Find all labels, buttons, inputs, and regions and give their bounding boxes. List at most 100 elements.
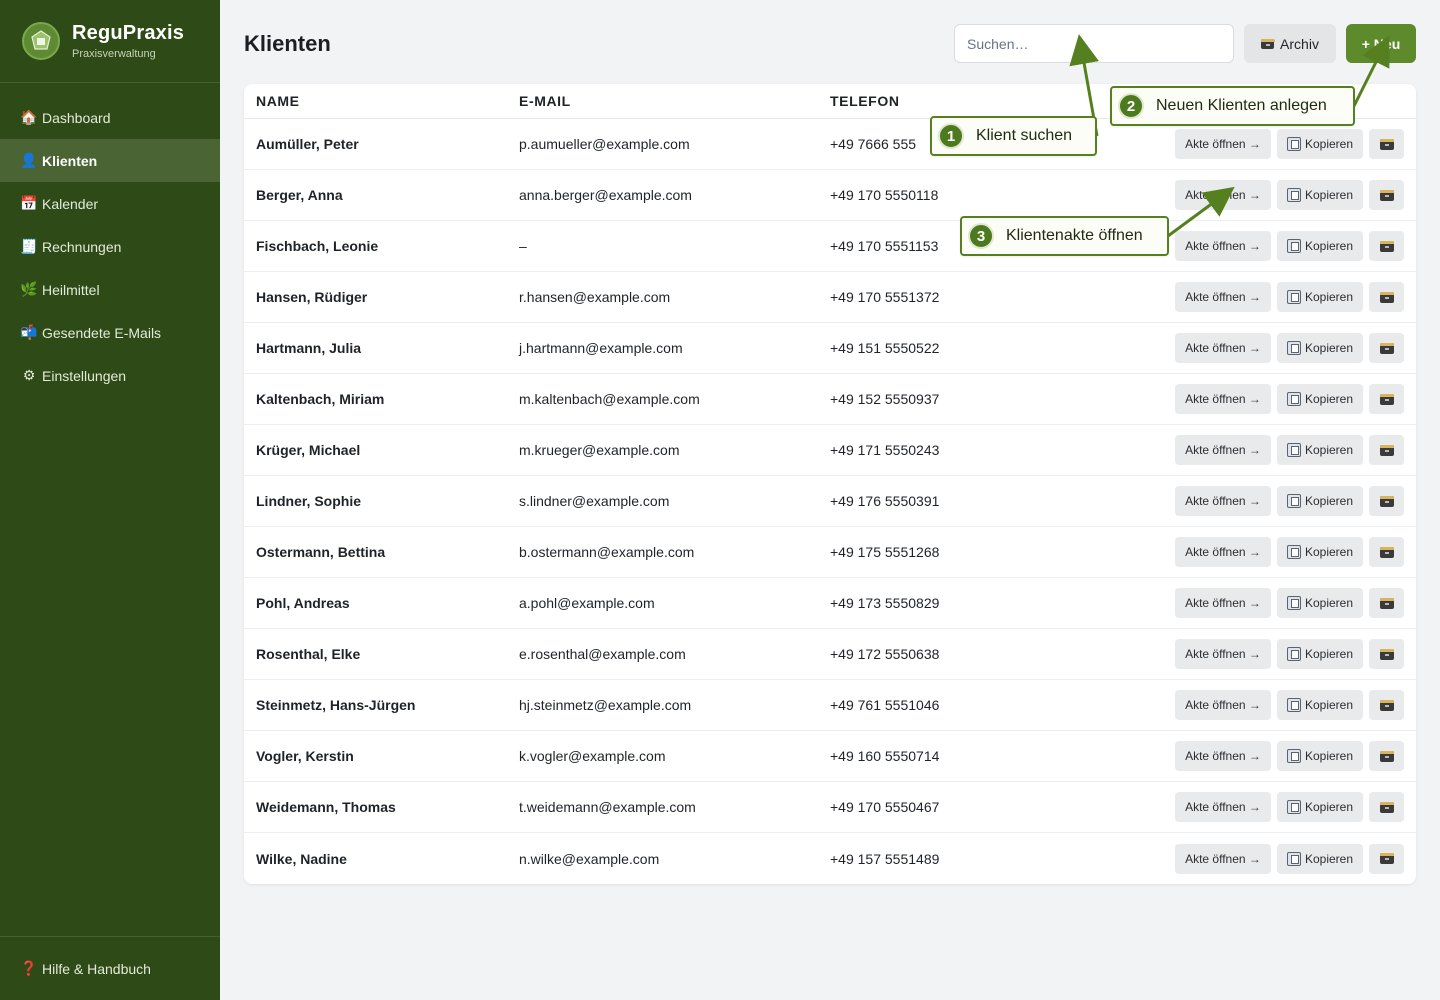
- client-phone: +49 761 5551046: [830, 697, 940, 713]
- copy-label: Kopieren: [1304, 290, 1354, 304]
- table-row[interactable]: Hartmann, Julia j.hartmann@example.com +49…: [244, 323, 1416, 374]
- copy-button[interactable]: Kopieren: [1277, 588, 1363, 618]
- search-input[interactable]: [954, 24, 1234, 63]
- copy-button[interactable]: Kopieren: [1277, 333, 1363, 363]
- copy-button[interactable]: Kopieren: [1277, 537, 1363, 567]
- client-email: k.vogler@example.com: [519, 748, 666, 764]
- table-row[interactable]: Krüger, Michael m.krueger@example.com +49 …: [244, 425, 1416, 476]
- column-header-phone[interactable]: TELEFON: [830, 93, 1150, 109]
- sidebar-item-gesendete-emails[interactable]: 📬 Gesendete E-Mails: [0, 311, 220, 354]
- open-record-button[interactable]: Akte öffnen →: [1175, 435, 1271, 465]
- table-row[interactable]: Ostermann, Bettina b.ostermann@example.co…: [244, 527, 1416, 578]
- copy-button[interactable]: Kopieren: [1277, 486, 1363, 516]
- copy-label: Kopieren: [1304, 800, 1354, 814]
- table-row[interactable]: Lindner, Sophie s.lindner@example.com +49 …: [244, 476, 1416, 527]
- open-record-button[interactable]: Akte öffnen →: [1175, 537, 1271, 567]
- open-record-button[interactable]: Akte öffnen →: [1175, 231, 1271, 261]
- table-row[interactable]: Vogler, Kerstin k.vogler@example.com +49 1…: [244, 731, 1416, 782]
- table-row[interactable]: Kaltenbach, Miriam m.kaltenbach@example.c…: [244, 374, 1416, 425]
- copy-button[interactable]: Kopieren: [1277, 384, 1363, 414]
- archive-row-button[interactable]: [1369, 180, 1404, 210]
- sidebar-item-klienten[interactable]: 👤 Klienten: [0, 139, 220, 182]
- archive-button[interactable]: Archiv: [1244, 24, 1336, 63]
- open-record-button[interactable]: Akte öffnen →: [1175, 741, 1271, 771]
- copy-icon: [1286, 851, 1301, 866]
- copy-button[interactable]: Kopieren: [1277, 690, 1363, 720]
- table-row[interactable]: Weidemann, Thomas t.weidemann@example.com…: [244, 782, 1416, 833]
- table-row[interactable]: Aumüller, Peter p.aumueller@example.com +4…: [244, 119, 1416, 170]
- copy-button[interactable]: Kopieren: [1277, 843, 1363, 874]
- table-row[interactable]: Pohl, Andreas a.pohl@example.com +49 173 5…: [244, 578, 1416, 629]
- table-row[interactable]: Rosenthal, Elke e.rosenthal@example.com +4…: [244, 629, 1416, 680]
- copy-icon: [1286, 800, 1301, 814]
- archive-row-button[interactable]: [1369, 537, 1404, 567]
- archive-row-button[interactable]: [1369, 435, 1404, 465]
- gear-icon: ⚙: [22, 367, 36, 383]
- archive-row-button[interactable]: [1369, 231, 1404, 261]
- row-actions: Akte öffnen → Kopieren: [1175, 180, 1416, 210]
- open-record-button[interactable]: Akte öffnen →: [1175, 690, 1271, 720]
- copy-icon: [1286, 545, 1301, 559]
- open-record-button[interactable]: Akte öffnen →: [1175, 282, 1271, 312]
- client-phone: +49 175 5551268: [830, 544, 940, 560]
- callout-search: 1 Klient suchen: [930, 116, 1097, 156]
- table-row[interactable]: Berger, Anna anna.berger@example.com +49 1…: [244, 170, 1416, 221]
- open-record-button[interactable]: Akte öffnen →: [1175, 588, 1271, 618]
- archive-row-button[interactable]: [1369, 486, 1404, 516]
- archive-row-button[interactable]: [1369, 588, 1404, 618]
- copy-label: Kopieren: [1304, 392, 1354, 406]
- open-record-button[interactable]: Akte öffnen →: [1175, 843, 1271, 874]
- open-record-button[interactable]: Akte öffnen →: [1175, 792, 1271, 822]
- archive-icon: [1379, 393, 1394, 405]
- client-phone: +49 151 5550522: [830, 340, 940, 356]
- client-email: b.ostermann@example.com: [519, 544, 695, 560]
- copy-button[interactable]: Kopieren: [1277, 129, 1363, 159]
- archive-row-button[interactable]: [1369, 792, 1404, 822]
- open-record-button[interactable]: Akte öffnen →: [1175, 486, 1271, 516]
- sidebar-item-rechnungen[interactable]: 🧾 Rechnungen: [0, 225, 220, 268]
- copy-icon: [1286, 749, 1301, 763]
- open-record-button[interactable]: Akte öffnen →: [1175, 129, 1271, 159]
- sidebar-item-kalender[interactable]: 📅 Kalender: [0, 182, 220, 225]
- copy-button[interactable]: Kopieren: [1277, 639, 1363, 669]
- sidebar-item-dashboard[interactable]: 🏠 Dashboard: [0, 96, 220, 139]
- column-header-email[interactable]: E-MAIL: [519, 93, 830, 109]
- copy-button[interactable]: Kopieren: [1277, 231, 1363, 261]
- table-row[interactable]: Fischbach, Leonie – +49 170 5551153 Akte öf…: [244, 221, 1416, 272]
- archive-row-button[interactable]: [1369, 384, 1404, 414]
- open-record-button[interactable]: Akte öffnen →: [1175, 180, 1271, 210]
- archive-icon: [1379, 699, 1394, 711]
- sidebar-item-einstellungen[interactable]: ⚙ Einstellungen: [0, 354, 220, 397]
- archive-row-button[interactable]: [1369, 639, 1404, 669]
- table-row[interactable]: Steinmetz, Hans-Jürgen hj.steinmetz@examp…: [244, 680, 1416, 731]
- copy-button[interactable]: Kopieren: [1277, 180, 1363, 210]
- mailbox-icon: 📬: [20, 324, 38, 340]
- row-actions: Akte öffnen → Kopieren: [1175, 588, 1416, 618]
- archive-row-button[interactable]: [1369, 843, 1404, 874]
- column-header-name[interactable]: NAME: [244, 93, 519, 109]
- archive-icon: [1379, 546, 1394, 558]
- copy-button[interactable]: Kopieren: [1277, 282, 1363, 312]
- table-row[interactable]: Hansen, Rüdiger r.hansen@example.com +49 1…: [244, 272, 1416, 323]
- client-email: p.aumueller@example.com: [519, 136, 690, 152]
- archive-row-button[interactable]: [1369, 690, 1404, 720]
- copy-button[interactable]: Kopieren: [1277, 435, 1363, 465]
- archive-row-button[interactable]: [1369, 741, 1404, 771]
- sidebar-item-heilmittel[interactable]: 🌿 Heilmittel: [0, 268, 220, 311]
- row-actions: Akte öffnen → Kopieren: [1175, 129, 1416, 159]
- open-record-button[interactable]: Akte öffnen →: [1175, 639, 1271, 669]
- sidebar-item-label: Rechnungen: [42, 238, 122, 255]
- app-name: ReguPraxis: [72, 22, 185, 44]
- archive-row-button[interactable]: [1369, 282, 1404, 312]
- copy-button[interactable]: Kopieren: [1277, 792, 1363, 822]
- help-link[interactable]: ❓ Hilfe & Handbuch: [0, 936, 220, 1000]
- archive-row-button[interactable]: [1369, 333, 1404, 363]
- open-record-button[interactable]: Akte öffnen →: [1175, 333, 1271, 363]
- copy-button[interactable]: Kopieren: [1277, 741, 1363, 771]
- archive-row-button[interactable]: [1369, 129, 1404, 159]
- table-row[interactable]: Wilke, Nadine n.wilke@example.com +49 157 …: [244, 833, 1416, 884]
- row-actions: Akte öffnen → Kopieren: [1175, 486, 1416, 516]
- client-name: Hartmann, Julia: [256, 340, 362, 356]
- open-record-button[interactable]: Akte öffnen →: [1175, 384, 1271, 414]
- new-client-button[interactable]: + Neu: [1346, 24, 1416, 63]
